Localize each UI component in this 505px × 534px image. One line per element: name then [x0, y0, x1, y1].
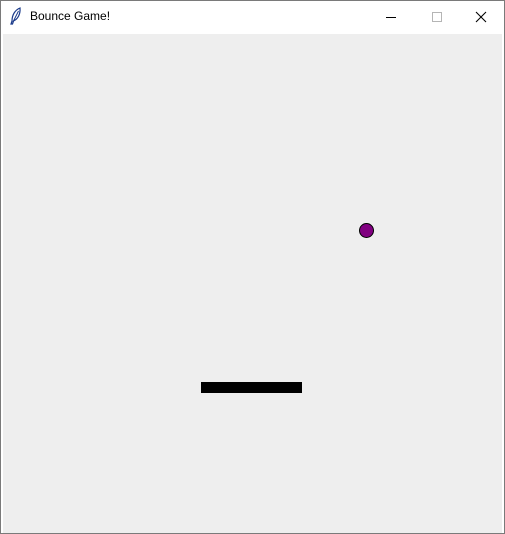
minimize-icon [386, 16, 396, 18]
feather-icon [10, 7, 21, 25]
close-button[interactable] [458, 1, 504, 32]
maximize-button[interactable] [414, 1, 460, 32]
minimize-button[interactable] [368, 1, 414, 32]
game-window: Bounce Game! [0, 0, 505, 534]
title-bar[interactable]: Bounce Game! [1, 1, 504, 32]
ball [359, 223, 374, 238]
paddle[interactable] [201, 382, 302, 393]
window-title: Bounce Game! [30, 9, 111, 23]
close-icon [475, 11, 487, 22]
maximize-icon [432, 11, 442, 22]
game-canvas[interactable] [3, 34, 502, 533]
